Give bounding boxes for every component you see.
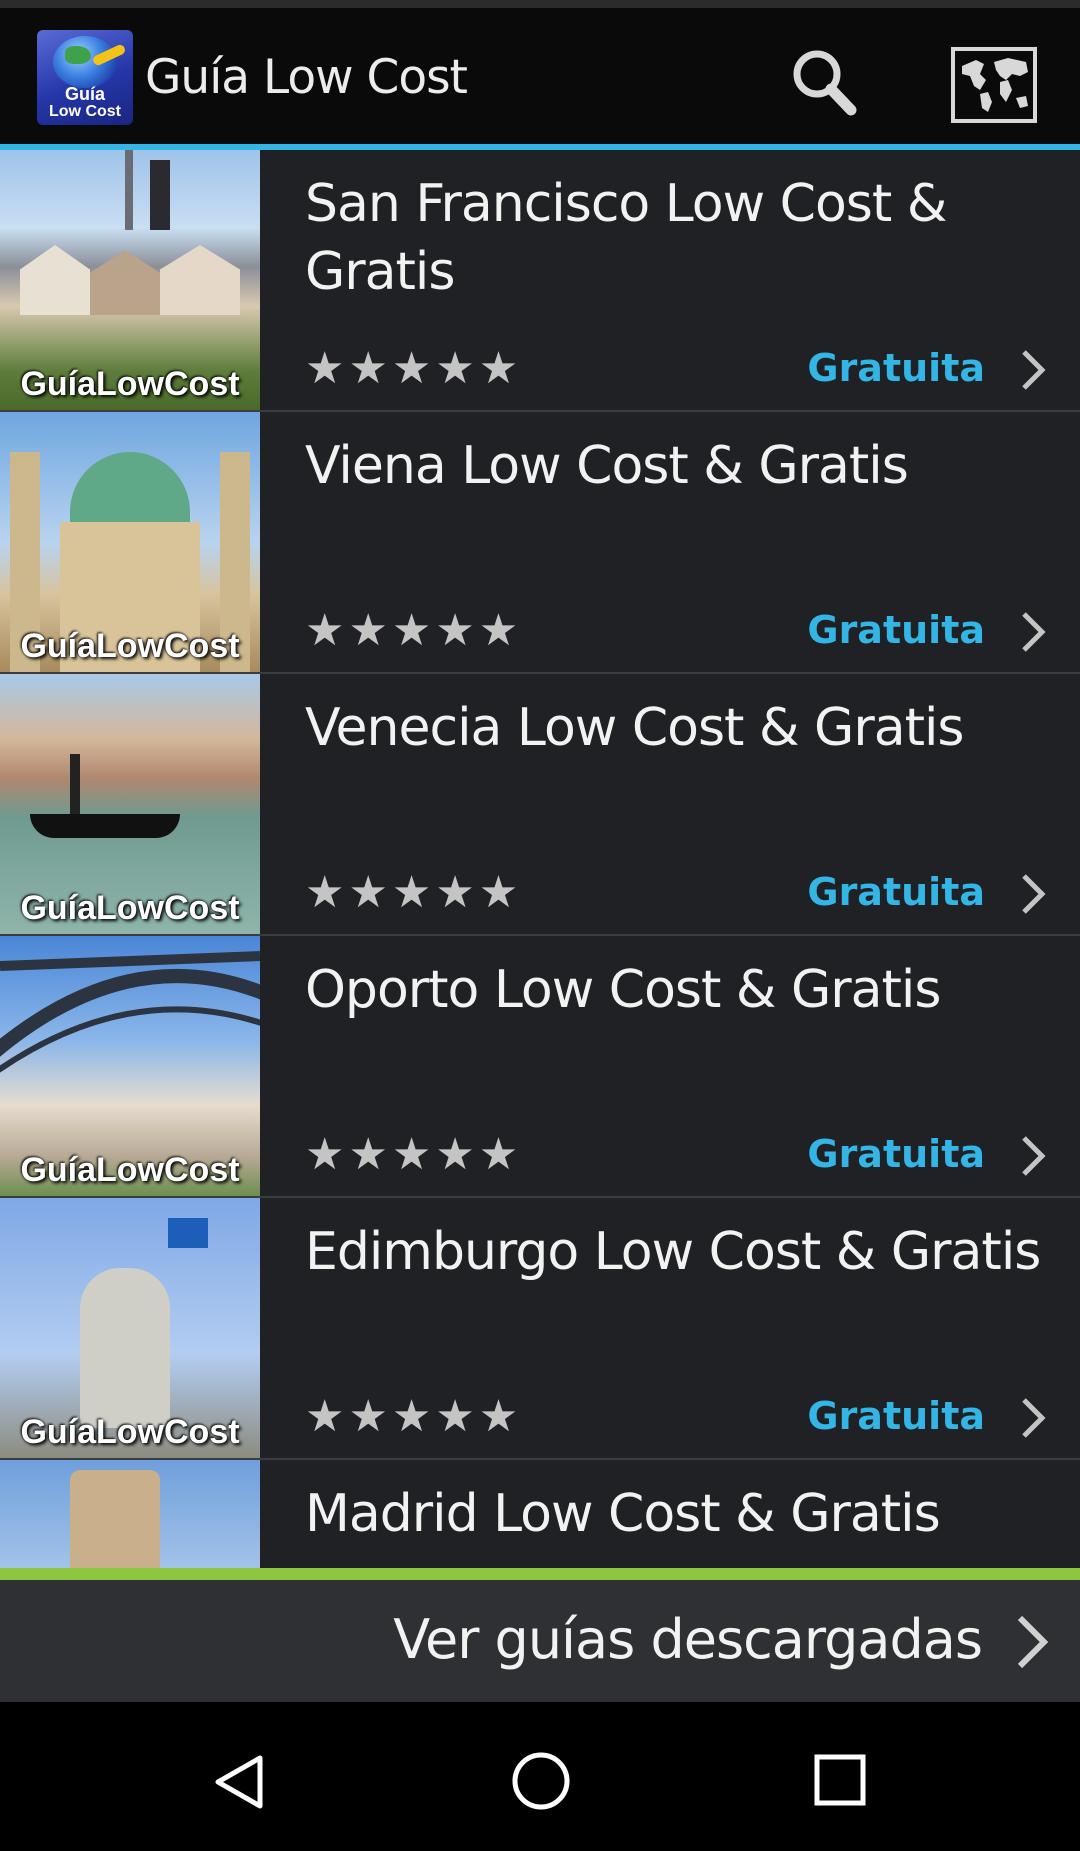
rating-stars: ★★★★★ xyxy=(305,1129,523,1180)
guide-thumbnail: GuíaLowCost xyxy=(0,936,260,1196)
list-item[interactable]: GuíaLowCost Oporto Low Cost & Gratis ★★★… xyxy=(0,936,1080,1198)
app-logo[interactable]: Guía Low Cost xyxy=(37,30,133,125)
app-bar: Guía Low Cost Guía Low Cost xyxy=(0,8,1080,144)
chevron-right-icon xyxy=(1022,350,1046,390)
guide-title: Venecia Low Cost & Gratis xyxy=(305,698,965,758)
price-label: Gratuita xyxy=(807,870,985,914)
thumbnail-brand: GuíaLowCost xyxy=(20,1413,240,1451)
logo-label-line1: Guía xyxy=(64,84,105,104)
guide-title: Viena Low Cost & Gratis xyxy=(305,436,909,496)
price-label: Gratuita xyxy=(807,608,985,652)
chevron-right-icon xyxy=(1022,874,1046,914)
guide-thumbnail xyxy=(0,1460,260,1568)
search-icon xyxy=(793,50,857,116)
system-navigation-bar xyxy=(0,1702,1080,1851)
recents-icon[interactable] xyxy=(812,1752,868,1808)
price-label: Gratuita xyxy=(807,1132,985,1176)
thumbnail-brand: GuíaLowCost xyxy=(20,627,240,665)
logo-label-line2: Low Cost xyxy=(49,103,121,120)
guide-thumbnail: GuíaLowCost xyxy=(0,150,260,410)
downloaded-guides-label: Ver guías descargadas xyxy=(393,1608,983,1671)
thumbnail-brand: GuíaLowCost xyxy=(20,365,240,403)
chevron-right-icon xyxy=(1022,1398,1046,1438)
footer-divider xyxy=(0,1568,1080,1580)
guide-title: San Francisco Low Cost & Gratis xyxy=(305,174,947,302)
thumbnail-brand: GuíaLowCost xyxy=(20,1151,240,1189)
rating-stars: ★★★★★ xyxy=(305,1391,523,1442)
list-item[interactable]: GuíaLowCost Venecia Low Cost & Gratis ★★… xyxy=(0,674,1080,936)
guide-title: Edimburgo Low Cost & Gratis xyxy=(305,1222,1041,1282)
app-title: Guía Low Cost xyxy=(145,50,468,105)
home-icon[interactable] xyxy=(510,1750,572,1812)
chevron-right-icon xyxy=(1017,1615,1049,1669)
price-label: Gratuita xyxy=(807,346,985,390)
chevron-right-icon xyxy=(1022,1136,1046,1176)
chevron-right-icon xyxy=(1022,612,1046,652)
guide-title: Madrid Low Cost & Gratis xyxy=(305,1484,941,1544)
list-item[interactable]: Madrid Low Cost & Gratis xyxy=(0,1460,1080,1568)
guide-title: Oporto Low Cost & Gratis xyxy=(305,960,941,1020)
map-button[interactable] xyxy=(950,46,1040,126)
guide-thumbnail: GuíaLowCost xyxy=(0,674,260,934)
rating-stars: ★★★★★ xyxy=(305,605,523,656)
rating-stars: ★★★★★ xyxy=(305,867,523,918)
guide-thumbnail: GuíaLowCost xyxy=(0,412,260,672)
thumbnail-brand: GuíaLowCost xyxy=(20,889,240,927)
status-bar xyxy=(0,0,1080,8)
list-item[interactable]: GuíaLowCost San Francisco Low Cost & Gra… xyxy=(0,150,1080,412)
back-icon[interactable] xyxy=(210,1752,270,1812)
rating-stars: ★★★★★ xyxy=(305,343,523,394)
guide-list[interactable]: GuíaLowCost San Francisco Low Cost & Gra… xyxy=(0,150,1080,1568)
search-button[interactable] xyxy=(785,44,865,124)
price-label: Gratuita xyxy=(807,1394,985,1438)
world-map-icon xyxy=(951,47,1037,123)
list-item[interactable]: GuíaLowCost Edimburgo Low Cost & Gratis … xyxy=(0,1198,1080,1460)
downloaded-guides-button[interactable]: Ver guías descargadas xyxy=(0,1580,1080,1702)
list-item[interactable]: GuíaLowCost Viena Low Cost & Gratis ★★★★… xyxy=(0,412,1080,674)
guide-thumbnail: GuíaLowCost xyxy=(0,1198,260,1458)
